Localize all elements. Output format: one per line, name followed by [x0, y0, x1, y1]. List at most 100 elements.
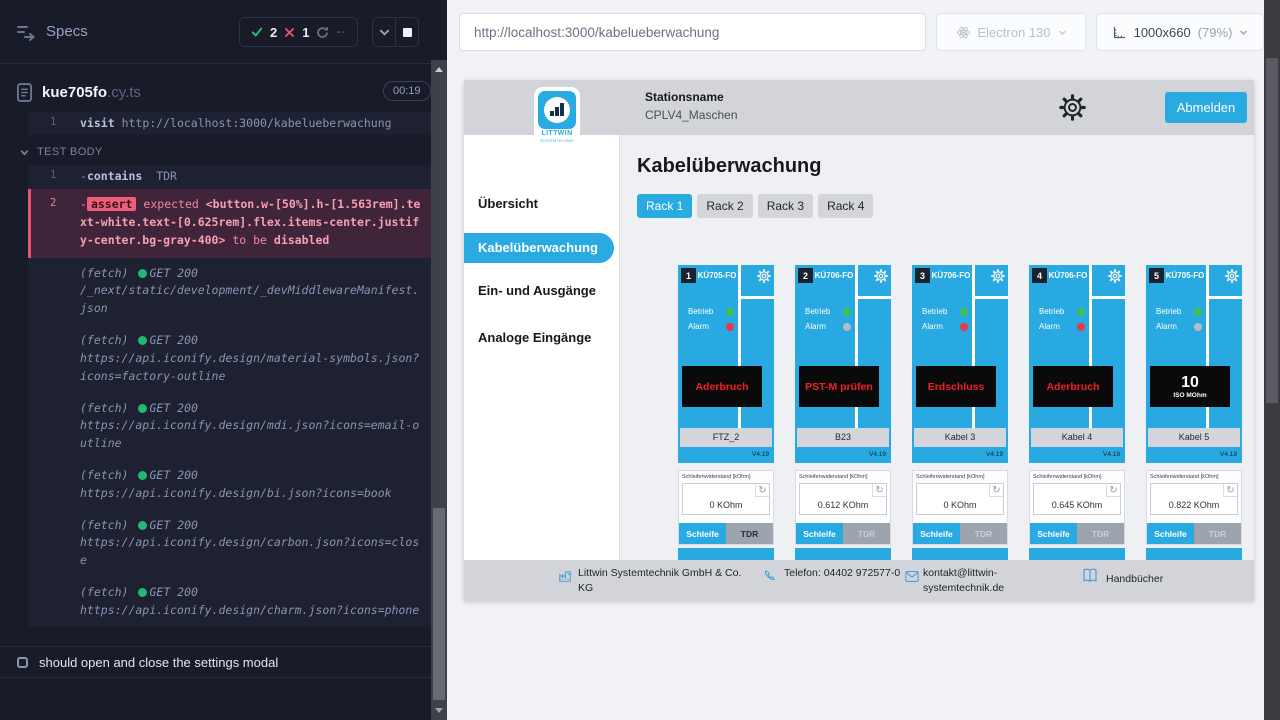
betrieb-led-icon [726, 308, 734, 316]
status-text: Aderbruch [1046, 381, 1099, 393]
scroll-down-arrow[interactable] [435, 708, 443, 713]
cable-name: Kabel 3 [914, 428, 1006, 447]
electron-icon [956, 25, 971, 40]
schleife-button[interactable]: Schleife [913, 523, 960, 544]
littwin-logo: LITTWIN SYSTEMTECHNIK [534, 87, 580, 147]
module-front: 1 KÜ705-FO Betrieb Alarm Aderbruch FTZ_2… [678, 265, 774, 463]
cypress-reporter-panel: Specs 2 1 -- kue705fo.cy.ts 00:19 1 [0, 0, 447, 720]
refresh-icon[interactable]: ↻ [989, 484, 1003, 497]
module-settings-gear-icon[interactable] [991, 269, 1005, 283]
tdr-button[interactable]: TDR [1194, 523, 1241, 544]
passed-icon [251, 26, 263, 38]
footer-phone: Telefon: 04402 972577-0 [784, 566, 904, 581]
betrieb-led-icon [843, 308, 851, 316]
chevron-down-icon [1058, 28, 1067, 37]
sidebar-item-kabelueberwachung-active[interactable]: Kabelüberwachung [464, 233, 614, 263]
module-settings-gear-icon[interactable] [1108, 269, 1122, 283]
contains-command-row[interactable]: 1-contains TDR [28, 165, 431, 188]
footer-email[interactable]: kontakt@littwin-systemtechnik.de [923, 566, 1023, 596]
test-body-header[interactable]: TEST BODY [20, 146, 431, 158]
resistance-value: 0.612 KOhm [800, 500, 886, 510]
status-unit: ISO MOhm [1173, 392, 1206, 399]
tdr-button[interactable]: TDR [726, 523, 773, 544]
module-settings-gear-icon[interactable] [874, 269, 888, 283]
url-input[interactable] [459, 13, 926, 51]
fetch-log-row[interactable]: (fetch)GET 200https://api.iconify.design… [28, 510, 431, 577]
fetch-log-row[interactable]: (fetch)GET 200https://api.iconify.design… [28, 577, 431, 627]
browser-select[interactable]: Electron 130 [936, 13, 1086, 51]
spec-row[interactable]: kue705fo.cy.ts 00:19 [0, 76, 431, 110]
sidebar-item-uebersicht[interactable]: Übersicht [478, 196, 538, 211]
resistance-value: 0 KOhm [683, 500, 769, 510]
station-value: CPLV4_Maschen [645, 108, 738, 122]
specs-menu-icon[interactable] [16, 22, 36, 42]
module-settings-gear-icon[interactable] [757, 269, 771, 283]
window-scrollbar-thumb[interactable] [1266, 58, 1278, 403]
reporter-scrollbar[interactable] [431, 60, 447, 720]
status-text: Erdschluss [928, 381, 985, 393]
next-test-row[interactable]: should open and close the settings modal [0, 646, 431, 678]
alarm-led-icon [726, 323, 734, 331]
command-arg: TDR [156, 169, 177, 183]
resistance-value-box: ↻ 0 KOhm [916, 483, 1004, 515]
window-scrollbar[interactable] [1264, 0, 1280, 720]
footer-manuals-link[interactable]: Handbücher [1106, 572, 1163, 587]
line-number: 2 [50, 195, 56, 212]
command-name: visit [80, 116, 115, 130]
visit-command-row[interactable]: 1 visit http://localhost:3000/kabelueber… [28, 112, 431, 135]
refresh-icon[interactable]: ↻ [1223, 484, 1237, 497]
tab-rack-3[interactable]: Rack 3 [758, 194, 813, 218]
module-lower-section [1146, 548, 1242, 560]
refresh-icon[interactable]: ↻ [755, 484, 769, 497]
stop-button[interactable] [396, 18, 418, 46]
specs-label[interactable]: Specs [46, 23, 88, 40]
led-alarm: Alarm [1039, 322, 1085, 334]
fetch-url: /_next/static/development/_devMiddleware… [80, 283, 419, 315]
failed-assert-row[interactable]: 2-assert expected <button.w-[50%].h-[1.5… [28, 189, 431, 258]
assert-badge: assert [87, 197, 137, 211]
email-icon [905, 570, 919, 583]
line-number: 1 [50, 168, 56, 184]
refresh-icon[interactable]: ↻ [872, 484, 886, 497]
resistance-label: Schleifenwiderstand [kOhm] [799, 474, 867, 480]
sidebar-item-analoge-eingaenge[interactable]: Analoge Eingänge [478, 330, 591, 345]
tab-rack-2[interactable]: Rack 2 [697, 194, 752, 218]
schleife-button[interactable]: Schleife [1030, 523, 1077, 544]
module-number: 3 [915, 268, 930, 283]
station-label: Stationsname [645, 90, 724, 104]
reporter-scrollbar-thumb[interactable] [433, 508, 445, 700]
module-title: KÜ706-FO [1047, 271, 1089, 280]
module-card-1: 1 KÜ705-FO Betrieb Alarm Aderbruch FTZ_2… [678, 265, 774, 560]
logo-wordmark: LITTWIN [534, 130, 580, 137]
scroll-up-arrow[interactable] [435, 67, 443, 72]
line-number: 1 [50, 115, 56, 131]
status-ok-dot [138, 404, 147, 413]
tdr-button[interactable]: TDR [843, 523, 890, 544]
pending-count: -- [336, 26, 345, 38]
module-title: KÜ706-FO [813, 271, 855, 280]
module-title: KÜ706-FO [930, 271, 972, 280]
sidebar-item-ein-und-ausgaenge[interactable]: Ein- und Ausgänge [478, 283, 596, 298]
refresh-icon[interactable]: ↻ [1106, 484, 1120, 497]
tdr-button[interactable]: TDR [1077, 523, 1124, 544]
schleife-button[interactable]: Schleife [1147, 523, 1194, 544]
status-ok-dot [138, 336, 147, 345]
firmware-version: V4.19 [1220, 451, 1237, 458]
schleife-button[interactable]: Schleife [796, 523, 843, 544]
fetch-log-row[interactable]: (fetch)GET 200https://api.iconify.design… [28, 460, 431, 510]
schleife-button[interactable]: Schleife [679, 523, 726, 544]
logout-button[interactable]: Abmelden [1165, 92, 1247, 123]
module-settings-gear-icon[interactable] [1225, 269, 1239, 283]
module-number: 5 [1149, 268, 1164, 283]
reporter-header: Specs 2 1 -- [0, 0, 431, 64]
test-body-block: 1-contains TDR 2-assert expected <button… [28, 165, 431, 626]
fetch-log-row[interactable]: (fetch)GET 200/_next/static/development/… [28, 258, 431, 325]
fetch-log-row[interactable]: (fetch)GET 200https://api.iconify.design… [28, 393, 431, 460]
tab-rack-1[interactable]: Rack 1 [637, 194, 692, 218]
tdr-button[interactable]: TDR [960, 523, 1007, 544]
viewport-size-select[interactable]: 1000x660 (79%) [1096, 13, 1264, 51]
collapse-chevron-button[interactable] [373, 18, 396, 46]
settings-gear-icon[interactable] [1059, 94, 1086, 121]
tab-rack-4[interactable]: Rack 4 [818, 194, 873, 218]
fetch-log-row[interactable]: (fetch)GET 200https://api.iconify.design… [28, 325, 431, 392]
